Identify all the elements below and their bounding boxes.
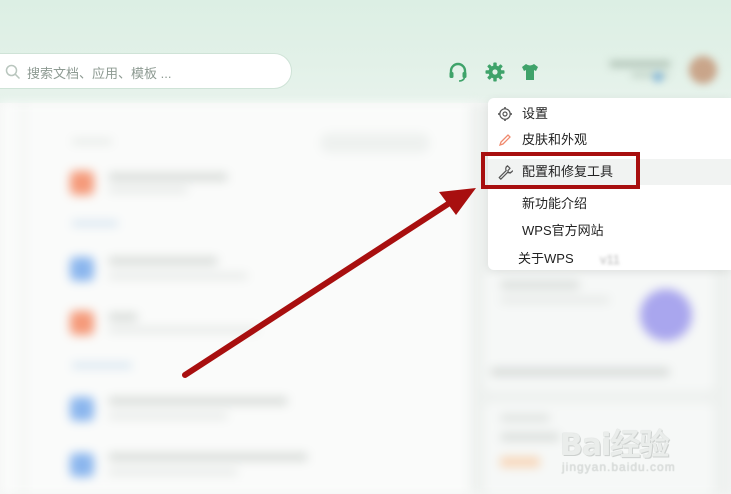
account-area[interactable] [605, 50, 725, 92]
gear-icon[interactable] [484, 61, 506, 83]
pencil-icon [498, 134, 511, 147]
headset-icon[interactable] [447, 61, 469, 83]
menu-item-label: 关于WPS [518, 251, 574, 266]
highlight-box [481, 152, 640, 189]
gear-icon [498, 107, 512, 121]
search-input[interactable] [25, 62, 269, 84]
menu-item-label: 皮肤和外观 [522, 132, 588, 147]
watermark-domain: jingyan.baidu.com [562, 460, 676, 474]
menu-item-wps-website[interactable]: WPS官方网站 [488, 218, 731, 244]
menu-item-skin-appearance[interactable]: 皮肤和外观 [488, 127, 731, 153]
menu-item-label: 新功能介绍 [522, 196, 588, 211]
menu-item-label: WPS官方网站 [522, 223, 604, 238]
tshirt-icon[interactable] [519, 61, 541, 83]
search-box[interactable] [0, 53, 292, 89]
top-bar [0, 0, 731, 103]
baidu-jingyan-watermark: Bai经验 jingyan.baidu.com [560, 420, 730, 490]
watermark-brand: Bai经验 [560, 428, 669, 463]
file-list-area [0, 103, 480, 494]
version-label: v11 [600, 252, 620, 267]
menu-item-new-features[interactable]: 新功能介绍 [488, 191, 731, 217]
search-icon [5, 64, 21, 80]
menu-item-settings[interactable]: 设置 [488, 101, 731, 127]
menu-item-label: 设置 [522, 106, 549, 121]
